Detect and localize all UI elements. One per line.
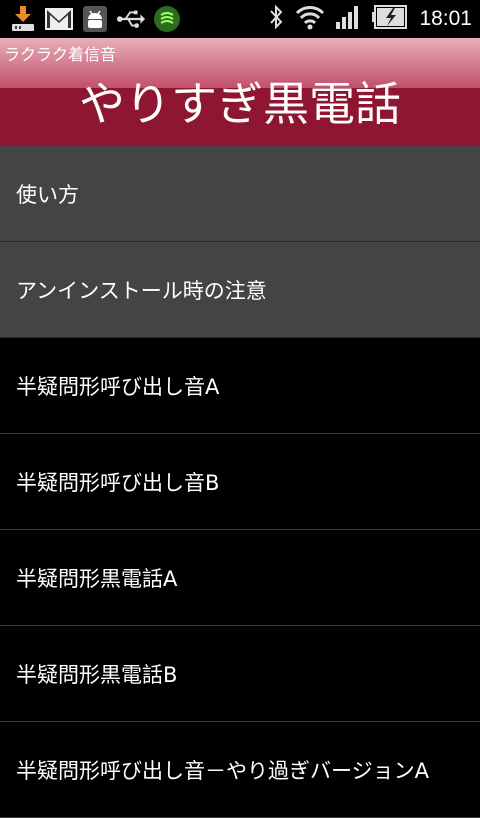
wifi-icon xyxy=(295,4,325,34)
ringtone-item[interactable]: 半疑問形黒電話B xyxy=(0,626,480,722)
usb-icon[interactable] xyxy=(116,3,146,35)
ringtone-label: 半疑問形黒電話B xyxy=(16,662,178,687)
menu-item-uninstall-notes[interactable]: アンインストール時の注意 xyxy=(0,242,480,338)
item-list: 使い方 アンインストール時の注意 半疑問形呼び出し音A 半疑問形呼び出し音B 半… xyxy=(0,146,480,818)
ringtone-label: 半疑問形呼び出し音－やり過ぎバージョンA xyxy=(16,758,429,783)
app-title: やりすぎ黒電話 xyxy=(79,77,401,131)
status-bar: 18:01 xyxy=(0,0,480,38)
app-name: ラクラク着信音 xyxy=(4,45,117,64)
notification-icons xyxy=(8,3,182,35)
system-status-icons: 18:01 xyxy=(267,0,472,38)
menu-item-how-to-use[interactable]: 使い方 xyxy=(0,146,480,242)
signal-icon xyxy=(335,4,361,34)
ringtone-label: 半疑問形黒電話A xyxy=(16,566,178,591)
download-icon[interactable] xyxy=(8,3,38,35)
security-shield-icon[interactable] xyxy=(152,3,182,35)
battery-charging-icon xyxy=(371,3,409,35)
ringtone-label: 半疑問形呼び出し音A xyxy=(16,374,220,399)
android-debug-icon[interactable] xyxy=(80,3,110,35)
ringtone-item[interactable]: 半疑問形呼び出し音－やり過ぎバージョンA xyxy=(0,722,480,818)
app-header: ラクラク着信音 やりすぎ黒電話 xyxy=(0,38,480,146)
bluetooth-icon xyxy=(267,3,285,35)
status-time: 18:01 xyxy=(419,7,472,30)
gmail-icon[interactable] xyxy=(44,3,74,35)
ringtone-item[interactable]: 半疑問形呼び出し音B xyxy=(0,434,480,530)
ringtone-item[interactable]: 半疑問形黒電話A xyxy=(0,530,480,626)
ringtone-label: 半疑問形呼び出し音B xyxy=(16,470,220,495)
menu-item-label: アンインストール時の注意 xyxy=(16,278,267,303)
ringtone-item[interactable]: 半疑問形呼び出し音A xyxy=(0,338,480,434)
menu-item-label: 使い方 xyxy=(16,182,79,207)
